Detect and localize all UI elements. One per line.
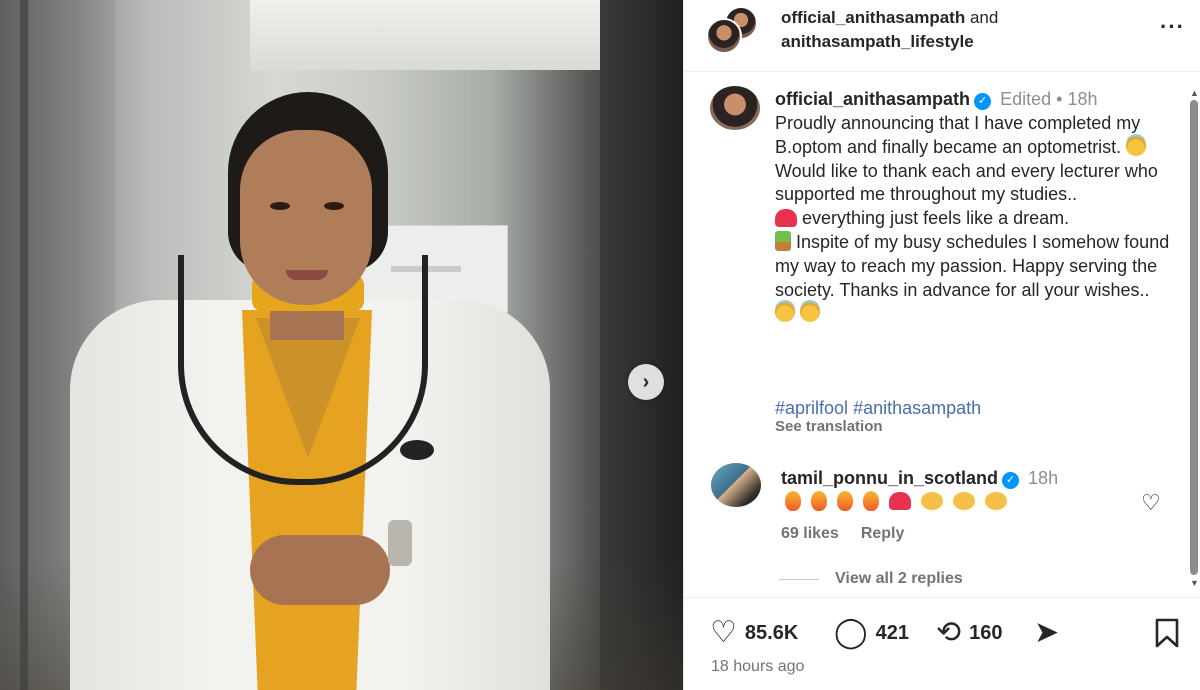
hashtag-link[interactable]: #aprilfool: [775, 398, 848, 418]
bookmark-icon: [1154, 618, 1180, 654]
post-timestamp[interactable]: 18 hours ago: [711, 658, 804, 676]
scroll-up-icon[interactable]: ▲: [1190, 88, 1199, 98]
author-link[interactable]: anithasampath_lifestyle: [781, 32, 974, 51]
comment-username[interactable]: tamil_ponnu_in_scotland: [781, 468, 998, 488]
heart-icon: ♡: [710, 616, 737, 649]
caption-header: official_anithasampath ✓ Edited • 18h: [775, 89, 1098, 110]
post-header: official_anithasampath and anithasampath…: [684, 0, 1200, 72]
clap-emoji: [921, 492, 943, 510]
avatar[interactable]: [711, 463, 761, 507]
see-translation-link[interactable]: See translation: [775, 418, 883, 435]
more-options-icon[interactable]: ···: [1160, 14, 1185, 40]
scrollbar-thumb[interactable]: [1190, 100, 1198, 575]
like-count: 85.6K: [744, 621, 799, 644]
caption-username[interactable]: official_anithasampath: [775, 89, 970, 109]
repost-button[interactable]: ⟲ 160: [936, 618, 1003, 648]
fire-emoji: [837, 491, 853, 511]
scroll-down-icon[interactable]: ▼: [1190, 578, 1199, 588]
avatar[interactable]: [710, 86, 760, 130]
next-image-button[interactable]: ›: [628, 364, 664, 400]
fire-emoji: [811, 491, 827, 511]
comment-header: tamil_ponnu_in_scotland ✓ 18h: [781, 466, 1058, 490]
comment-like-heart-icon[interactable]: ♡: [1141, 490, 1161, 516]
post-side-panel: official_anithasampath and anithasampath…: [683, 0, 1200, 690]
send-paper-plane-icon: ➤: [1034, 616, 1060, 649]
verified-badge-icon: ✓: [974, 93, 992, 110]
heart-emoji: [775, 209, 797, 228]
caption-time[interactable]: 18h: [1067, 89, 1097, 109]
repost-icon: ⟲: [936, 616, 962, 649]
smiling-face-with-halo-emoji: [800, 302, 821, 323]
caption-text: Proudly announcing that I have completed…: [775, 112, 1170, 326]
clap-emoji: [985, 492, 1007, 510]
potted-plant-emoji: [775, 230, 791, 251]
repost-count: 160: [969, 621, 1003, 644]
stethoscope: [178, 255, 428, 485]
person-in-lab-coat: [60, 80, 560, 690]
comment-time[interactable]: 18h: [1028, 468, 1058, 488]
smiling-face-with-halo-emoji: [775, 302, 795, 323]
like-button[interactable]: ♡ 85.6K: [710, 618, 798, 648]
comment-bubble-icon: ◯: [834, 616, 868, 649]
avatar[interactable]: [706, 18, 742, 54]
clap-emoji: [953, 492, 975, 510]
post-authors: official_anithasampath and anithasampath…: [781, 8, 999, 51]
comment-count: 421: [875, 621, 909, 644]
view-replies-button[interactable]: View all 2 replies: [779, 570, 963, 588]
hashtags: #aprilfool #anithasampath: [775, 396, 981, 420]
verified-badge-icon: ✓: [1002, 472, 1020, 489]
comment-button[interactable]: ◯ 421: [834, 618, 909, 648]
author-link[interactable]: official_anithasampath: [781, 8, 965, 27]
scrollbar[interactable]: ▲ ▼: [1188, 88, 1200, 588]
collab-avatars[interactable]: [706, 6, 762, 54]
comment-text: [785, 491, 1007, 511]
share-button[interactable]: ➤: [1034, 618, 1067, 648]
chevron-right-icon: ›: [642, 370, 650, 393]
save-button[interactable]: [1154, 618, 1188, 654]
reply-button[interactable]: Reply: [861, 525, 905, 542]
hashtag-link[interactable]: #anithasampath: [853, 398, 981, 418]
fire-emoji: [785, 491, 801, 511]
comment-actions: 69 likes Reply: [781, 525, 904, 543]
fire-emoji: [863, 491, 879, 511]
heart-emoji: [889, 492, 911, 510]
edited-label: Edited: [1000, 89, 1052, 109]
comment-likes-count[interactable]: 69 likes: [781, 525, 839, 542]
smiling-face-with-halo-emoji: [1126, 135, 1147, 156]
post-action-bar: ♡ 85.6K ◯ 421 ⟲ 160 ➤ 18 hours ago: [684, 597, 1200, 690]
post-image: ›: [0, 0, 683, 690]
background-ceiling: [250, 0, 620, 70]
